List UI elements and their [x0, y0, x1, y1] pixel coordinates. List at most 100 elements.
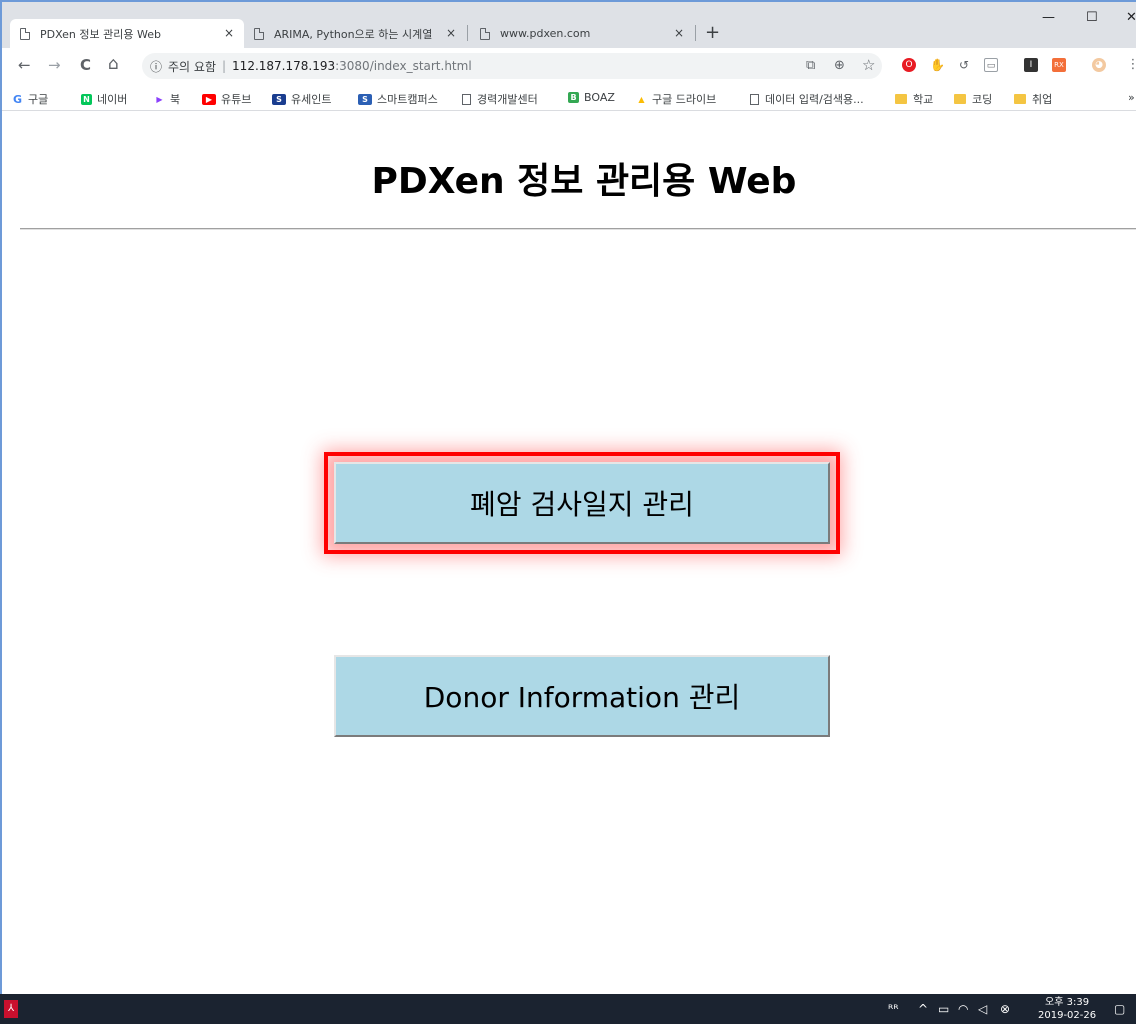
tab-title: ARIMA, Python으로 하는 시계열 — [274, 27, 433, 41]
close-window-button[interactable]: ✕ — [1126, 10, 1136, 25]
donor-information-button[interactable]: Donor Information 관리 — [334, 655, 830, 737]
bookmark-label: 유세인트 — [291, 93, 332, 106]
google-icon: G — [12, 92, 23, 106]
tab-close-icon[interactable]: × — [224, 26, 234, 40]
minimize-button[interactable]: — — [1042, 10, 1055, 25]
volume-icon[interactable]: ◁ — [978, 1002, 987, 1016]
document-icon — [20, 27, 30, 40]
reload-button[interactable]: C — [80, 56, 91, 74]
folder-icon — [895, 94, 907, 104]
bookmark-folder-school[interactable]: 학교 — [895, 91, 933, 107]
tab-pdxen-com[interactable]: www.pdxen.com × — [470, 19, 694, 48]
page-icon — [462, 93, 471, 105]
bookmark-label: 학교 — [913, 93, 934, 106]
tab-pdxen[interactable]: PDXen 정보 관리용 Web × — [10, 19, 244, 48]
folder-icon — [954, 94, 966, 104]
bookmark-label: 경력개발센터 — [477, 93, 538, 106]
forward-button[interactable]: → — [48, 56, 61, 74]
clock-date: 2019-02-26 — [1038, 1010, 1097, 1021]
bookmark-folder-job[interactable]: 취업 — [1014, 91, 1052, 107]
bookmark-label: 코딩 — [972, 93, 993, 106]
chevron-up-icon[interactable]: ^ — [918, 1002, 928, 1016]
bookmark-data-entry[interactable]: 데이터 입력/검색용... — [750, 91, 864, 107]
translate-icon[interactable]: ⧉ — [806, 58, 815, 73]
rx-extension-icon[interactable]: RX — [1052, 58, 1066, 72]
security-label[interactable]: 주의 요함 — [168, 58, 216, 75]
home-button[interactable]: ⌂ — [108, 54, 119, 74]
bookmark-smart-campus[interactable]: S 스마트캠퍼스 — [358, 91, 438, 107]
bookmark-book[interactable]: ▶ 북 — [154, 91, 180, 107]
naver-icon: N — [81, 93, 92, 105]
bookmark-label: 스마트캠퍼스 — [377, 93, 438, 106]
bookmark-label: 구글 — [28, 93, 49, 106]
bookmark-label: 구글 드라이브 — [652, 93, 717, 106]
gesture-extension-icon[interactable]: ↺ — [957, 58, 971, 72]
notification-icon[interactable]: ▢ — [1114, 1002, 1125, 1016]
dark-extension-icon[interactable]: I — [1024, 58, 1038, 72]
boaz-icon: B — [568, 92, 579, 103]
menu-kebab-icon[interactable]: ⋮ — [1126, 58, 1136, 72]
page-icon — [750, 93, 759, 105]
tab-strip: PDXen 정보 관리용 Web × ARIMA, Python으로 하는 시계… — [2, 2, 1136, 48]
bookmark-label: 네이버 — [97, 93, 128, 106]
tab-separator — [695, 25, 696, 41]
youtube-icon: ▶ — [202, 93, 216, 105]
new-tab-button[interactable]: + — [705, 22, 720, 43]
folder-icon — [1014, 94, 1026, 104]
tab-arima[interactable]: ARIMA, Python으로 하는 시계열 × — [244, 19, 466, 48]
url-separator: | — [222, 59, 227, 73]
clock[interactable]: 오후 3:39 2019-02-26 — [1038, 996, 1096, 1022]
hand-extension-icon[interactable]: ✋ — [930, 58, 945, 72]
smart-campus-icon: S — [358, 93, 372, 105]
zoom-icon[interactable]: ⊕ — [834, 58, 845, 73]
people-icon[interactable]: ᴿᴿ — [888, 1002, 899, 1016]
screen-extension-icon[interactable]: ▭ — [984, 58, 998, 72]
bookmark-label: 취업 — [1032, 93, 1053, 106]
browser-window: PDXen 정보 관리용 Web × ARIMA, Python으로 하는 시계… — [0, 0, 1136, 996]
profile-avatar-icon[interactable]: ◕ — [1092, 58, 1106, 72]
page-title: PDXen 정보 관리용 Web — [371, 161, 797, 202]
bookmark-folder-coding[interactable]: 코딩 — [954, 91, 992, 107]
tab-title: PDXen 정보 관리용 Web — [40, 27, 161, 41]
opera-extension-icon[interactable]: O — [902, 58, 916, 72]
bookmark-label: 유튜브 — [221, 93, 252, 106]
wifi-icon[interactable]: ◠ — [958, 1002, 968, 1016]
bookmarks-bar: G 구글 N 네이버 ▶ 북 ▶ 유튜브 S 유세인트 S 스마트캠퍼스 경력개… — [2, 85, 1136, 111]
address-bar[interactable]: ⓘ 주의 요함 | 112.187.178.193:3080/index_sta… — [142, 53, 882, 79]
bookmark-label: 북 — [170, 93, 181, 106]
bookmark-career-center[interactable]: 경력개발센터 — [462, 91, 538, 107]
lung-cancer-log-button[interactable]: 폐암 검사일지 관리 — [324, 452, 840, 554]
play-icon: ▶ — [156, 94, 163, 104]
info-icon[interactable]: ⓘ — [150, 58, 162, 75]
bookmark-usaint[interactable]: S 유세인트 — [272, 91, 331, 107]
tab-separator — [467, 25, 468, 41]
tab-close-icon[interactable]: × — [446, 26, 456, 40]
taskbar: ⅄ ᴿᴿ ^ ▭ ◠ ◁ ⊗ 오후 3:39 2019-02-26 ▢ — [0, 994, 1136, 1024]
error-icon[interactable]: ⊗ — [1000, 1002, 1010, 1016]
usaint-icon: S — [272, 93, 286, 105]
url-path[interactable]: :3080/index_start.html — [335, 59, 472, 73]
battery-icon[interactable]: ▭ — [938, 1002, 949, 1016]
clock-time: 오후 3:39 — [1045, 997, 1090, 1008]
document-icon — [254, 27, 264, 40]
tab-title: www.pdxen.com — [500, 27, 591, 40]
bookmark-google[interactable]: G 구글 — [12, 91, 48, 107]
bookmark-google-drive[interactable]: ▲ 구글 드라이브 — [636, 91, 716, 107]
title-divider — [20, 228, 1136, 230]
page-content: PDXen 정보 관리용 Web 폐암 검사일지 관리 Donor Inform… — [4, 112, 1136, 996]
tab-close-icon[interactable]: × — [674, 26, 684, 40]
bookmark-naver[interactable]: N 네이버 — [81, 91, 127, 107]
google-drive-icon: ▲ — [638, 94, 645, 104]
bookmark-label: BOAZ — [584, 91, 615, 104]
acrobat-icon[interactable]: ⅄ — [4, 1000, 18, 1018]
bookmarks-overflow-button[interactable]: » — [1128, 91, 1135, 104]
url-host[interactable]: 112.187.178.193 — [232, 59, 335, 73]
document-icon — [480, 27, 490, 40]
bookmark-star-icon[interactable]: ☆ — [862, 56, 875, 74]
maximize-button[interactable]: ☐ — [1086, 10, 1098, 25]
bookmark-label: 데이터 입력/검색용... — [765, 93, 864, 106]
browser-toolbar: ← → C ⌂ ⓘ 주의 요함 | 112.187.178.193:3080/i… — [2, 48, 1136, 85]
bookmark-boaz[interactable]: B BOAZ — [568, 91, 615, 104]
back-button[interactable]: ← — [18, 56, 31, 74]
bookmark-youtube[interactable]: ▶ 유튜브 — [202, 91, 251, 107]
